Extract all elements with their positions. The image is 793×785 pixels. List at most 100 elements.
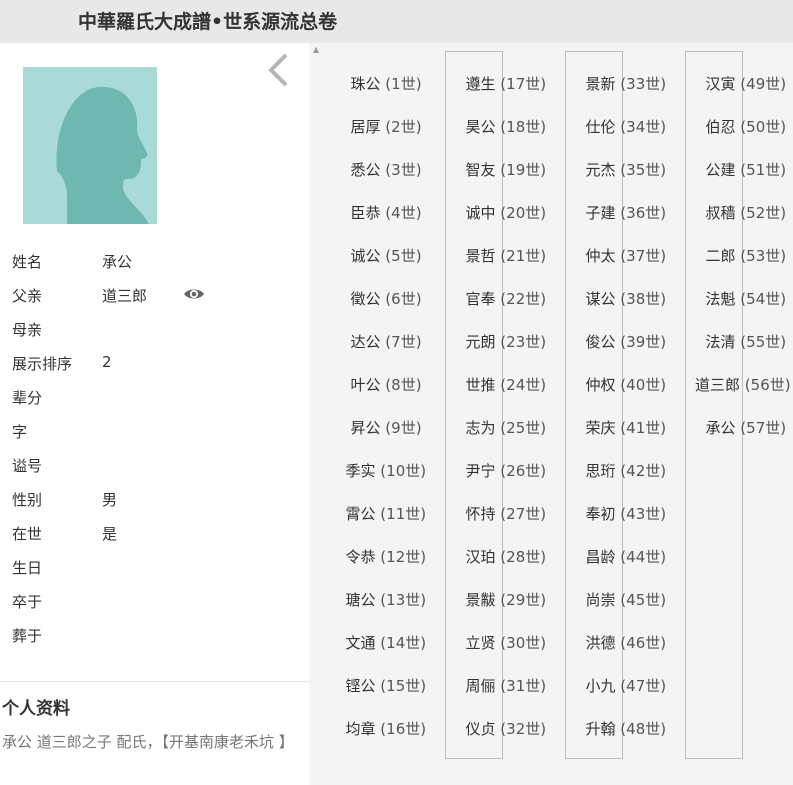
generation-number: (10世) bbox=[380, 462, 427, 480]
generation-item[interactable]: 俊公 (39世) bbox=[586, 331, 667, 352]
generation-item[interactable]: 道三郎 (56世) bbox=[695, 374, 791, 395]
generation-name: 洪德 bbox=[585, 634, 616, 652]
generation-item[interactable]: 令恭 (12世) bbox=[346, 546, 427, 567]
field-label: 父亲 bbox=[12, 287, 43, 305]
generation-item[interactable]: 昌龄 (44世) bbox=[586, 546, 667, 567]
generation-item[interactable]: 汉寅 (49世) bbox=[706, 73, 787, 94]
generation-item[interactable]: 居厚 (2世) bbox=[351, 116, 422, 137]
generation-item[interactable]: 诚中 (20世) bbox=[466, 202, 547, 223]
section-divider bbox=[0, 681, 309, 682]
generation-item[interactable]: 子建 (36世) bbox=[586, 202, 667, 223]
generation-item[interactable]: 二郎 (53世) bbox=[706, 245, 787, 266]
generation-item[interactable]: 文通 (14世) bbox=[346, 632, 427, 653]
scroll-up-icon[interactable]: ▲ bbox=[313, 45, 319, 54]
generation-item[interactable]: 洪德 (46世) bbox=[586, 632, 667, 653]
generation-item[interactable]: 景哲 (21世) bbox=[466, 245, 547, 266]
generation-item[interactable]: 遵生 (17世) bbox=[466, 73, 547, 94]
generation-item[interactable]: 季实 (10世) bbox=[346, 460, 427, 481]
generation-item[interactable]: 景新 (33世) bbox=[586, 73, 667, 94]
generation-name: 诚中 bbox=[465, 204, 496, 222]
generation-item[interactable]: 均章 (16世) bbox=[346, 718, 427, 739]
field-value: 承公 bbox=[102, 253, 133, 271]
generation-item[interactable]: 奉初 (43世) bbox=[586, 503, 667, 524]
generation-item[interactable]: 尚崇 (45世) bbox=[586, 589, 667, 610]
generation-item[interactable]: 法魁 (54世) bbox=[706, 288, 787, 309]
generation-name: 谋公 bbox=[585, 290, 616, 308]
generation-item[interactable]: 铿公 (15世) bbox=[346, 675, 427, 696]
generation-number: (33世) bbox=[620, 75, 667, 93]
generation-item[interactable]: 立贤 (30世) bbox=[466, 632, 547, 653]
field-value: 男 bbox=[102, 491, 118, 509]
generation-item[interactable]: 仪贞 (32世) bbox=[466, 718, 547, 739]
generation-item[interactable]: 叶公 (8世) bbox=[351, 374, 422, 395]
generation-number: (23世) bbox=[500, 333, 547, 351]
generation-number: (20世) bbox=[500, 204, 547, 222]
generation-item[interactable]: 仲权 (40世) bbox=[586, 374, 667, 395]
generation-name: 伯忍 bbox=[705, 118, 736, 136]
generation-item[interactable]: 珠公 (1世) bbox=[351, 73, 422, 94]
generation-item[interactable]: 世推 (24世) bbox=[466, 374, 547, 395]
field-value: 2 bbox=[102, 353, 112, 371]
generation-number: (54世) bbox=[740, 290, 787, 308]
generation-number: (44世) bbox=[620, 548, 667, 566]
generation-item[interactable]: 昊公 (18世) bbox=[466, 116, 547, 137]
generation-number: (38世) bbox=[620, 290, 667, 308]
field-label: 谥号 bbox=[12, 457, 43, 475]
generation-item[interactable]: 达公 (7世) bbox=[351, 331, 422, 352]
generation-item[interactable]: 仕伦 (34世) bbox=[586, 116, 667, 137]
generation-item[interactable]: 臣恭 (4世) bbox=[351, 202, 422, 223]
generation-number: (42世) bbox=[620, 462, 667, 480]
generation-item[interactable]: 昇公 (9世) bbox=[351, 417, 422, 438]
generation-item[interactable]: 谋公 (38世) bbox=[586, 288, 667, 309]
field-label: 母亲 bbox=[12, 321, 43, 339]
generation-item[interactable]: 徵公 (6世) bbox=[351, 288, 422, 309]
generation-item[interactable]: 悉公 (3世) bbox=[351, 159, 422, 180]
personal-bio: 承公 道三郎之子 配氏，【开基南康老禾坑 】 bbox=[2, 733, 294, 751]
father-link[interactable]: 道三郎 bbox=[102, 285, 147, 306]
generation-item[interactable]: 诚公 (5世) bbox=[351, 245, 422, 266]
person-silhouette-icon bbox=[56, 86, 149, 224]
generation-name: 元朗 bbox=[465, 333, 496, 351]
generation-number: (27世) bbox=[500, 505, 547, 523]
generation-item[interactable]: 承公 (57世) bbox=[706, 417, 787, 438]
generation-name: 徵公 bbox=[350, 290, 381, 308]
generation-item[interactable]: 荣庆 (41世) bbox=[586, 417, 667, 438]
generation-item[interactable]: 伯忍 (50世) bbox=[706, 116, 787, 137]
generation-item[interactable]: 元朗 (23世) bbox=[466, 331, 547, 352]
generation-name: 霄公 bbox=[345, 505, 376, 523]
generation-name: 仲权 bbox=[585, 376, 616, 394]
generation-item[interactable]: 景黻 (29世) bbox=[466, 589, 547, 610]
generation-item[interactable]: 官奉 (22世) bbox=[466, 288, 547, 309]
generation-number: (12世) bbox=[380, 548, 427, 566]
generation-item[interactable]: 元杰 (35世) bbox=[586, 159, 667, 180]
generation-item[interactable]: 公建 (51世) bbox=[706, 159, 787, 180]
generation-name: 叶公 bbox=[350, 376, 381, 394]
generation-number: (31世) bbox=[500, 677, 547, 695]
generation-number: (30世) bbox=[500, 634, 547, 652]
generation-item[interactable]: 瑭公 (13世) bbox=[346, 589, 427, 610]
generation-name: 均章 bbox=[345, 720, 376, 738]
field-label: 性别 bbox=[12, 491, 43, 509]
back-button[interactable] bbox=[262, 51, 296, 89]
generation-item[interactable]: 升翰 (48世) bbox=[586, 718, 667, 739]
generation-item[interactable]: 思珩 (42世) bbox=[586, 460, 667, 481]
generation-item[interactable]: 周俪 (31世) bbox=[466, 675, 547, 696]
generation-item[interactable]: 尹宁 (26世) bbox=[466, 460, 547, 481]
generation-number: (51世) bbox=[740, 161, 787, 179]
generation-item[interactable]: 智友 (19世) bbox=[466, 159, 547, 180]
generation-number: (14世) bbox=[380, 634, 427, 652]
generation-item[interactable]: 志为 (25世) bbox=[466, 417, 547, 438]
generation-item[interactable]: 法清 (55世) bbox=[706, 331, 787, 352]
generation-item[interactable]: 叔穑 (52世) bbox=[706, 202, 787, 223]
generation-number: (28世) bbox=[500, 548, 547, 566]
eye-icon[interactable] bbox=[183, 286, 205, 302]
generation-item[interactable]: 汉珀 (28世) bbox=[466, 546, 547, 567]
generation-item[interactable]: 霄公 (11世) bbox=[346, 503, 427, 524]
generation-name: 立贤 bbox=[465, 634, 496, 652]
generation-name: 瑭公 bbox=[345, 591, 376, 609]
generation-item[interactable]: 小九 (47世) bbox=[586, 675, 667, 696]
generation-name: 昌龄 bbox=[585, 548, 616, 566]
generation-item[interactable]: 怀持 (27世) bbox=[466, 503, 547, 524]
field-label: 生日 bbox=[12, 559, 43, 577]
generation-item[interactable]: 仲太 (37世) bbox=[586, 245, 667, 266]
